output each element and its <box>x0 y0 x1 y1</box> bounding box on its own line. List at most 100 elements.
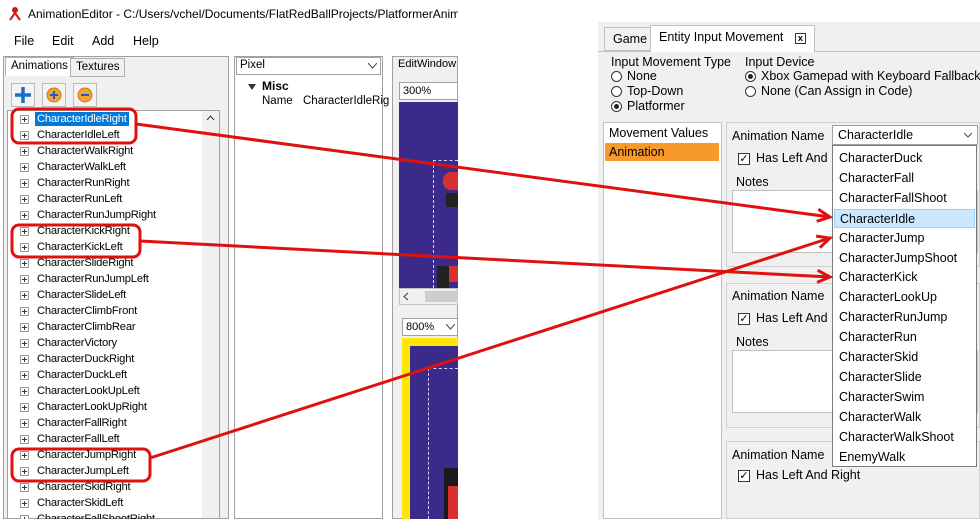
tree-item-label: CharacterFallRight <box>37 417 127 429</box>
expand-icon[interactable] <box>20 483 29 492</box>
sprite-canvas-top[interactable] <box>399 102 458 288</box>
pixel-select[interactable]: Pixel <box>236 57 381 75</box>
menu-edit[interactable]: Edit <box>52 34 74 48</box>
radio-platformer[interactable] <box>611 101 622 112</box>
expand-icon[interactable] <box>20 387 29 396</box>
tree-scrollbar[interactable] <box>202 111 219 518</box>
expand-icon[interactable] <box>20 147 29 156</box>
expand-icon[interactable] <box>20 419 29 428</box>
tree-item-label: CharacterWalkLeft <box>37 161 126 173</box>
dropdown-item[interactable]: CharacterDuck <box>834 149 975 168</box>
add-frame-button[interactable] <box>42 83 66 107</box>
property-name-value[interactable]: CharacterIdleRig <box>303 95 389 107</box>
zoom-bottom-field[interactable]: 800% <box>402 318 458 336</box>
tab-animations[interactable]: Animations <box>5 57 74 76</box>
expand-icon[interactable] <box>20 163 29 172</box>
dropdown-item[interactable]: EnemyWalk <box>834 448 975 467</box>
sprite-canvas-bottom[interactable] <box>402 338 458 519</box>
menu-help[interactable]: Help <box>133 34 159 48</box>
radio-none[interactable] <box>611 71 622 82</box>
expand-icon[interactable] <box>20 499 29 508</box>
expand-icon[interactable] <box>20 371 29 380</box>
tab-entity-input-movement[interactable]: Entity Input Movement x <box>650 25 815 52</box>
dropdown-item[interactable]: CharacterJumpShoot <box>834 249 975 268</box>
expand-icon[interactable] <box>20 243 29 252</box>
dropdown-item[interactable]: CharacterRunJump <box>834 308 975 327</box>
animation-name-label-2: Animation Name <box>732 289 825 303</box>
expand-icon[interactable] <box>20 403 29 412</box>
expand-icon[interactable] <box>20 467 29 476</box>
has-left-right-label-3: Has Left And Right <box>756 468 861 482</box>
animation-name-select[interactable]: CharacterIdle <box>832 125 978 145</box>
expand-icon[interactable] <box>20 323 29 332</box>
chevron-down-icon <box>964 133 972 138</box>
tab-textures[interactable]: Textures <box>70 58 126 77</box>
dropdown-item[interactable]: CharacterSlide <box>834 368 975 387</box>
dropdown-item[interactable]: CharacterKick <box>834 268 975 287</box>
expand-icon[interactable] <box>20 435 29 444</box>
side-item-movement-values[interactable]: Movement Values <box>609 126 708 140</box>
expand-icon[interactable] <box>20 115 29 124</box>
radio-top-down-label: Top-Down <box>627 84 684 98</box>
properties-panel <box>234 56 383 519</box>
menu-bar: File Edit Add Help <box>0 30 458 52</box>
radio-top-down[interactable] <box>611 86 622 97</box>
tree-item-label: CharacterFallLeft <box>37 433 120 445</box>
expand-icon[interactable] <box>20 195 29 204</box>
radio-none-code-label: None (Can Assign in Code) <box>761 84 913 98</box>
dropdown-item[interactable]: CharacterWalk <box>834 408 975 427</box>
tree-item-label: CharacterJumpRight <box>37 449 136 461</box>
expand-icon[interactable] <box>20 211 29 220</box>
expand-icon[interactable] <box>20 339 29 348</box>
side-item-animation[interactable]: Animation <box>605 143 719 161</box>
dropdown-item[interactable]: CharacterRun <box>834 328 975 347</box>
has-left-right-checkbox[interactable]: ✓ <box>738 153 750 165</box>
dropdown-item[interactable]: CharacterFallShoot <box>834 189 975 208</box>
expand-icon[interactable] <box>20 355 29 364</box>
tree-item-label: CharacterIdleLeft <box>37 129 120 141</box>
zoom-top-field[interactable]: 300% <box>399 82 458 100</box>
dropdown-item[interactable]: CharacterIdle <box>834 208 975 228</box>
dropdown-item[interactable]: CharacterFall <box>834 169 975 188</box>
tab-game[interactable]: Game <box>604 27 657 51</box>
remove-button[interactable] <box>73 83 97 107</box>
menu-add[interactable]: Add <box>92 34 114 48</box>
tree-item-label: CharacterClimbFront <box>37 305 138 317</box>
expand-icon[interactable] <box>20 275 29 284</box>
dropdown-item[interactable]: CharacterSwim <box>834 388 975 407</box>
radio-platformer-label: Platformer <box>627 99 685 113</box>
dropdown-item[interactable]: CharacterJump <box>834 229 975 248</box>
dropdown-item[interactable]: CharacterSkid <box>834 348 975 367</box>
tree-item-label: CharacterLookUpLeft <box>37 385 140 397</box>
animation-name-value: CharacterIdle <box>838 128 914 142</box>
radio-none-code[interactable] <box>745 86 756 97</box>
tree-item-label: CharacterLookUpRight <box>37 401 147 413</box>
h-scrollbar[interactable] <box>399 288 458 305</box>
has-left-right-checkbox-2[interactable]: ✓ <box>738 313 750 325</box>
chevron-down-icon <box>446 324 455 330</box>
expand-icon[interactable] <box>20 131 29 140</box>
expand-icon[interactable] <box>20 179 29 188</box>
notes-label-2: Notes <box>736 335 769 349</box>
tree-item-label: CharacterRunLeft <box>37 193 123 205</box>
title-bar: AnimationEditor - C:/Users/vchel/Documen… <box>0 0 458 28</box>
collapse-icon[interactable] <box>248 83 256 91</box>
window-title: AnimationEditor - C:/Users/vchel/Documen… <box>28 7 458 21</box>
expand-icon[interactable] <box>20 451 29 460</box>
expand-icon[interactable] <box>20 227 29 236</box>
tree-item-label: CharacterClimbRear <box>37 321 136 333</box>
close-icon[interactable]: x <box>794 33 806 44</box>
radio-xbox-gamepad-label: Xbox Gamepad with Keyboard Fallback <box>761 69 980 83</box>
expand-icon[interactable] <box>20 307 29 316</box>
radio-xbox-gamepad[interactable] <box>745 71 756 82</box>
expand-icon[interactable] <box>20 259 29 268</box>
dropdown-item[interactable]: CharacterWalkShoot <box>834 428 975 447</box>
expand-icon[interactable] <box>20 291 29 300</box>
expand-icon[interactable] <box>20 515 29 519</box>
menu-file[interactable]: File <box>14 34 34 48</box>
tree-item-label: CharacterDuckRight <box>37 353 135 365</box>
has-left-right-checkbox-3[interactable]: ✓ <box>738 470 750 482</box>
dropdown-item[interactable]: CharacterLookUp <box>834 288 975 307</box>
notes-label: Notes <box>736 175 769 189</box>
add-animation-button[interactable] <box>11 83 35 107</box>
